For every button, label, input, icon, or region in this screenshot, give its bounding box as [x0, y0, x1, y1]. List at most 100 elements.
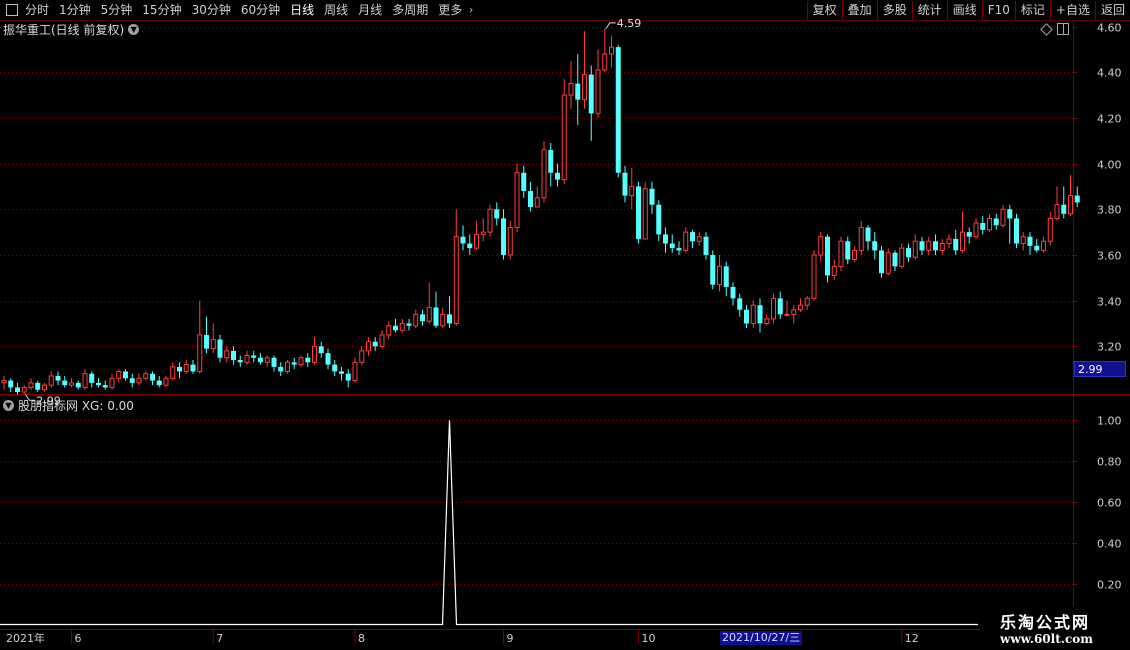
candle-body-up [838, 240, 844, 267]
candle-body-down [467, 243, 473, 249]
candle-body-up [798, 304, 803, 311]
panel-controls [1040, 22, 1069, 36]
candle-body-up [474, 233, 479, 249]
candle-body-down [1014, 218, 1019, 244]
kline-chart[interactable]: 4.592.99 3.203.403.603.804.004.204.404.6… [0, 0, 1130, 650]
xg-indicator-line [0, 420, 978, 626]
month-label: 6 [75, 632, 82, 645]
watermark-title: 乐淘公式网 [1000, 613, 1091, 632]
candle-body-up [379, 334, 385, 347]
candle-layer: 4.592.99 [1, 17, 1080, 407]
annotation-arrow [605, 22, 616, 30]
candle-body-down [217, 339, 223, 358]
candle-body-down [62, 380, 68, 386]
candle-body-down [325, 353, 331, 365]
candle-body-up [885, 252, 891, 274]
candle-body-up [453, 236, 459, 324]
candle-body-up [413, 313, 419, 327]
chevron-down-icon[interactable]: ▼ [128, 23, 140, 35]
candle-body-down [1007, 209, 1013, 219]
candle-body-down [393, 325, 398, 331]
candle-body-up [987, 217, 992, 231]
y-tick-label: 0.20 [1097, 579, 1122, 592]
candle-body-down [345, 373, 351, 381]
candle-body-down [663, 234, 668, 244]
candle-body-up [912, 240, 918, 258]
chevron-down-icon[interactable]: ▼ [3, 399, 14, 411]
candle-body-down [730, 286, 736, 299]
candle-body-down [777, 298, 783, 315]
candle-body-up [42, 384, 47, 391]
candle-body-up [82, 373, 88, 388]
candle-body-up [852, 249, 857, 261]
candle-body-down [15, 387, 20, 392]
candle-body-down [129, 378, 135, 383]
candle-body-up [1041, 240, 1046, 251]
candle-body-down [406, 323, 412, 326]
candle-body-down [744, 309, 749, 324]
candle-body-down [588, 74, 594, 114]
diamond-icon[interactable] [1040, 22, 1053, 36]
month-label: 10 [642, 632, 656, 645]
candle-body-down [251, 355, 257, 358]
candle-body-up [561, 94, 567, 181]
y-tick-label: 4.20 [1097, 113, 1122, 126]
candle-body-up [602, 53, 608, 71]
candle-body-down [305, 357, 311, 363]
candle-body-up [973, 222, 979, 238]
candle-body-down [521, 172, 527, 192]
candle-body-up [541, 149, 547, 199]
candle-body-down [150, 373, 155, 381]
candle-body-up [1, 380, 7, 384]
candle-body-up [629, 185, 635, 197]
candle-body-down [892, 252, 898, 267]
candle-body-down [204, 334, 209, 349]
candle-body-up [534, 197, 540, 208]
candle-body-up [352, 361, 358, 382]
candle-body-up [683, 231, 689, 251]
candle-body-up [595, 69, 601, 114]
candle-body-up [514, 172, 520, 229]
candle-body-down [919, 241, 925, 251]
panel-layout-icon[interactable] [1057, 23, 1069, 35]
candle-body-up [163, 377, 169, 386]
candle-body-up [568, 83, 574, 96]
candle-body-up [946, 238, 952, 245]
y-tick-label: 4.00 [1097, 159, 1122, 172]
candle-body-down [494, 209, 500, 219]
candle-body-down [8, 380, 14, 388]
candle-body-down [710, 254, 716, 285]
candle-body-down [420, 314, 425, 322]
candle-body-up [1020, 236, 1026, 245]
candle-body-down [548, 149, 554, 173]
annotation-label: 4.59 [617, 17, 642, 30]
candle-body-down [258, 357, 263, 363]
candle-body-up [1000, 208, 1006, 226]
candle-body-down [96, 382, 101, 386]
indicator-panel-title: ▼ 股朋指标网 XG: 0.00 [3, 397, 134, 413]
candle-body-down [433, 307, 439, 326]
candle-body-down [575, 83, 581, 100]
candle-body-up [244, 354, 250, 363]
candle-body-up [426, 306, 432, 322]
candle-body-down [879, 250, 884, 274]
y-tick-label: 0.80 [1097, 456, 1122, 469]
candle-body-up [28, 382, 34, 388]
candle-body-down [102, 385, 108, 388]
y-tick-label: 1.00 [1097, 415, 1122, 428]
month-label: 9 [507, 632, 514, 645]
month-label: 12 [905, 632, 919, 645]
candle-body-down [1034, 245, 1040, 251]
y-tick-label: 3.40 [1097, 296, 1122, 309]
candle-body-down [933, 241, 938, 251]
candle-body-up [386, 325, 392, 336]
candle-body-up [642, 188, 648, 240]
candle-body-down [291, 362, 297, 365]
candle-body-down [190, 364, 196, 372]
candle-body-down [447, 314, 452, 324]
cursor-date-tag: 2021/10/27/三 [720, 631, 803, 645]
candle-body-down [906, 248, 911, 258]
candle-body-up [440, 313, 446, 327]
candle-body-up [69, 382, 74, 386]
candle-body-up [1068, 195, 1073, 215]
